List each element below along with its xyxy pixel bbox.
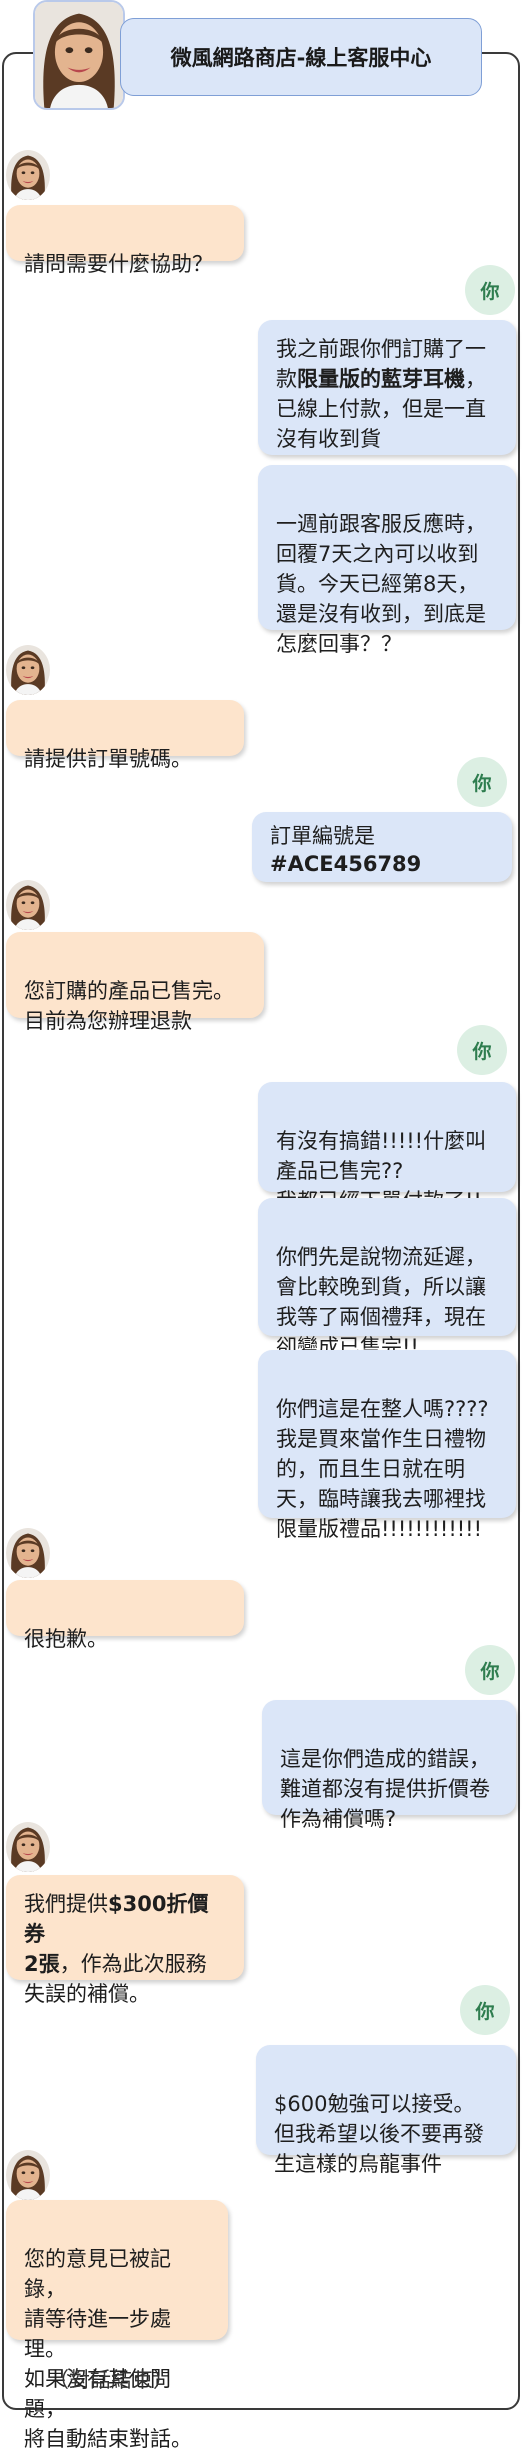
user-message: 有沒有搞錯!!!!!什麼叫 產品已售完?? 我都已經下單付款了!! [258, 1082, 516, 1213]
user-message: 你們先是說物流延遲， 會比較晚到貨，所以讓 我等了兩個禮拜，現在 卻變成已售完!… [258, 1198, 516, 1359]
user-message: 一週前跟客服反應時， 回覆7天之內可以收到 貨。今天已經第8天， 還是沒有收到，… [258, 465, 516, 656]
user-message: 訂單編號是 #ACE456789 [252, 812, 512, 882]
agent-avatar [6, 1528, 50, 1578]
you-badge: 你 [460, 1985, 510, 2035]
agent-message: 請提供訂單號碼。 [6, 700, 244, 771]
agent-avatar [6, 1822, 50, 1872]
page-title: 微風網路商店-線上客服中心 [170, 46, 432, 70]
agent-message: 很抱歉。 [6, 1580, 244, 1651]
agent-avatar [6, 645, 50, 695]
you-badge: 你 [457, 757, 507, 807]
agent-message: 您訂購的產品已售完。 目前為您辦理退款 [6, 932, 264, 1033]
agent-message: 請問需要什麼協助？ [6, 205, 244, 276]
agent-avatar [6, 2150, 50, 2200]
agent-header-avatar [33, 0, 125, 110]
chat-header: 微風網路商店-線上客服中心 [120, 18, 482, 96]
you-badge: 你 [457, 1025, 507, 1075]
message-text: 請問需要什麼協助？ [24, 252, 213, 276]
agent-avatar [6, 150, 50, 200]
user-message: 我之前跟你們訂購了一款限量版的藍芽耳機，已線上付款，但是一直沒有收到貨 [258, 320, 516, 455]
conversation-end-label: （對話結束） [48, 2368, 174, 2392]
agent-message: 您的意見已被記錄， 請等待進一步處理。 如果沒有其他問題， 將自動結束對話。 [6, 2200, 228, 2451]
user-message: $600勉強可以接受。 但我希望以後不要再發 生這樣的烏龍事件 [256, 2045, 516, 2176]
you-badge: 你 [465, 1645, 515, 1695]
user-message: 你們這是在整人嗎???? 我是買來當作生日禮物 的，而且生日就在明 天，臨時讓我… [258, 1350, 516, 1541]
you-badge: 你 [465, 265, 515, 315]
user-message: 這是你們造成的錯誤， 難道都沒有提供折價卷 作為補償嗎? [262, 1700, 516, 1831]
agent-avatar [6, 880, 50, 930]
agent-message: 我們提供$300折價券 2張，作為此次服務 失誤的補償。 [6, 1875, 244, 2006]
